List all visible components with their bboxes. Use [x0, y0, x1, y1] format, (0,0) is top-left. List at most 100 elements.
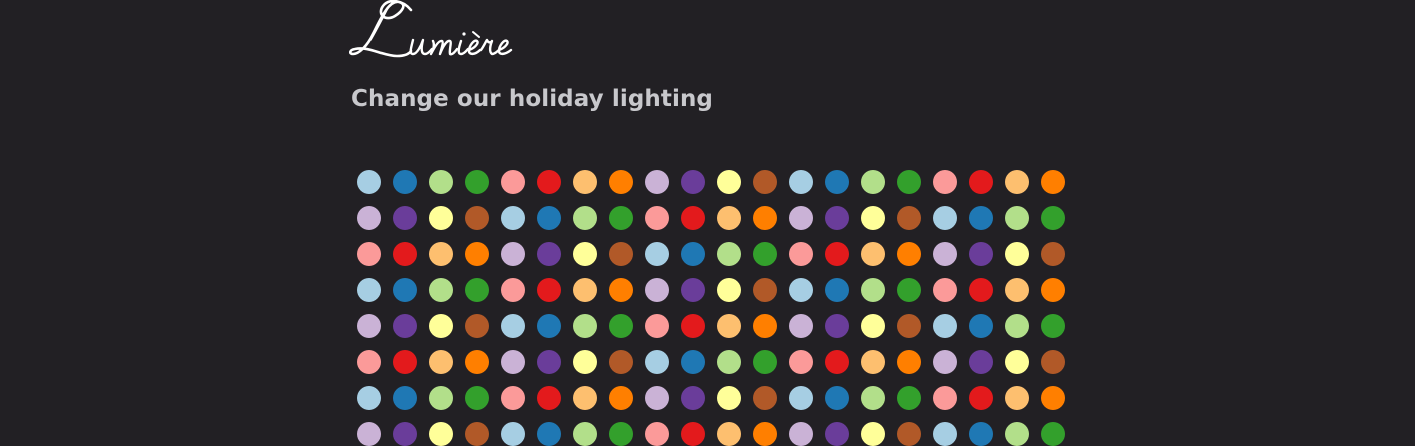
light-bulb[interactable]: [501, 170, 525, 194]
light-bulb[interactable]: [573, 206, 597, 230]
light-bulb[interactable]: [933, 206, 957, 230]
light-bulb[interactable]: [537, 278, 561, 302]
light-bulb[interactable]: [681, 386, 705, 410]
light-bulb[interactable]: [753, 314, 777, 338]
light-bulb[interactable]: [969, 422, 993, 446]
light-bulb[interactable]: [609, 278, 633, 302]
light-bulb[interactable]: [825, 278, 849, 302]
light-bulb[interactable]: [753, 242, 777, 266]
light-bulb[interactable]: [825, 422, 849, 446]
light-bulb[interactable]: [393, 386, 417, 410]
light-bulb[interactable]: [753, 206, 777, 230]
light-bulb[interactable]: [609, 170, 633, 194]
light-bulb[interactable]: [1005, 386, 1029, 410]
light-bulb[interactable]: [789, 242, 813, 266]
light-bulb[interactable]: [1005, 314, 1029, 338]
light-bulb[interactable]: [573, 386, 597, 410]
light-bulb[interactable]: [645, 350, 669, 374]
light-bulb[interactable]: [825, 314, 849, 338]
light-bulb[interactable]: [753, 170, 777, 194]
light-bulb[interactable]: [825, 350, 849, 374]
light-bulb[interactable]: [357, 350, 381, 374]
light-bulb[interactable]: [825, 170, 849, 194]
light-bulb[interactable]: [861, 170, 885, 194]
light-bulb[interactable]: [1005, 170, 1029, 194]
light-bulb[interactable]: [501, 206, 525, 230]
light-bulb[interactable]: [357, 170, 381, 194]
light-bulb[interactable]: [861, 422, 885, 446]
light-bulb[interactable]: [1005, 242, 1029, 266]
light-bulb[interactable]: [429, 350, 453, 374]
light-bulb[interactable]: [501, 386, 525, 410]
light-bulb[interactable]: [573, 422, 597, 446]
light-bulb[interactable]: [933, 242, 957, 266]
light-bulb[interactable]: [1041, 314, 1065, 338]
light-bulb[interactable]: [537, 170, 561, 194]
light-bulb[interactable]: [897, 278, 921, 302]
light-bulb[interactable]: [789, 170, 813, 194]
light-bulb[interactable]: [393, 422, 417, 446]
light-bulb[interactable]: [357, 278, 381, 302]
light-bulb[interactable]: [393, 206, 417, 230]
light-bulb[interactable]: [501, 422, 525, 446]
light-bulb[interactable]: [861, 350, 885, 374]
light-bulb[interactable]: [1041, 278, 1065, 302]
light-bulb[interactable]: [717, 278, 741, 302]
light-bulb[interactable]: [861, 314, 885, 338]
light-bulb[interactable]: [645, 206, 669, 230]
light-bulb[interactable]: [969, 314, 993, 338]
light-bulb[interactable]: [537, 422, 561, 446]
light-bulb[interactable]: [969, 386, 993, 410]
light-bulb[interactable]: [789, 314, 813, 338]
light-bulb[interactable]: [573, 278, 597, 302]
light-bulb[interactable]: [573, 314, 597, 338]
light-bulb[interactable]: [429, 314, 453, 338]
light-bulb[interactable]: [717, 350, 741, 374]
light-bulb[interactable]: [789, 278, 813, 302]
light-bulb[interactable]: [537, 386, 561, 410]
light-bulb[interactable]: [933, 170, 957, 194]
light-bulb[interactable]: [465, 170, 489, 194]
light-bulb[interactable]: [681, 206, 705, 230]
light-bulb[interactable]: [861, 386, 885, 410]
light-bulb[interactable]: [645, 242, 669, 266]
light-bulb[interactable]: [429, 278, 453, 302]
light-bulb[interactable]: [1041, 206, 1065, 230]
light-bulb[interactable]: [429, 242, 453, 266]
light-bulb[interactable]: [1005, 206, 1029, 230]
light-bulb[interactable]: [897, 314, 921, 338]
light-bulb[interactable]: [1005, 422, 1029, 446]
light-bulb[interactable]: [537, 314, 561, 338]
light-bulb[interactable]: [1041, 386, 1065, 410]
light-bulb[interactable]: [1041, 350, 1065, 374]
light-bulb[interactable]: [681, 170, 705, 194]
light-bulb[interactable]: [897, 170, 921, 194]
light-bulb[interactable]: [717, 386, 741, 410]
light-bulb[interactable]: [357, 242, 381, 266]
light-bulb[interactable]: [897, 422, 921, 446]
light-bulb[interactable]: [1005, 350, 1029, 374]
light-bulb[interactable]: [897, 242, 921, 266]
light-bulb[interactable]: [681, 314, 705, 338]
light-bulb[interactable]: [357, 206, 381, 230]
light-bulb[interactable]: [393, 350, 417, 374]
light-bulb[interactable]: [393, 278, 417, 302]
light-bulb[interactable]: [897, 386, 921, 410]
light-bulb[interactable]: [717, 314, 741, 338]
light-bulb[interactable]: [357, 386, 381, 410]
light-bulb[interactable]: [537, 206, 561, 230]
light-bulb[interactable]: [753, 278, 777, 302]
light-bulb[interactable]: [753, 386, 777, 410]
light-bulb[interactable]: [465, 206, 489, 230]
light-bulb[interactable]: [933, 350, 957, 374]
light-bulb[interactable]: [429, 422, 453, 446]
light-bulb[interactable]: [789, 350, 813, 374]
light-bulb[interactable]: [969, 350, 993, 374]
light-bulb[interactable]: [1041, 422, 1065, 446]
light-bulb[interactable]: [717, 170, 741, 194]
light-bulb[interactable]: [969, 278, 993, 302]
light-bulb[interactable]: [933, 386, 957, 410]
light-bulb[interactable]: [825, 242, 849, 266]
lumiere-logo[interactable]: [349, 0, 549, 74]
light-bulb[interactable]: [609, 206, 633, 230]
